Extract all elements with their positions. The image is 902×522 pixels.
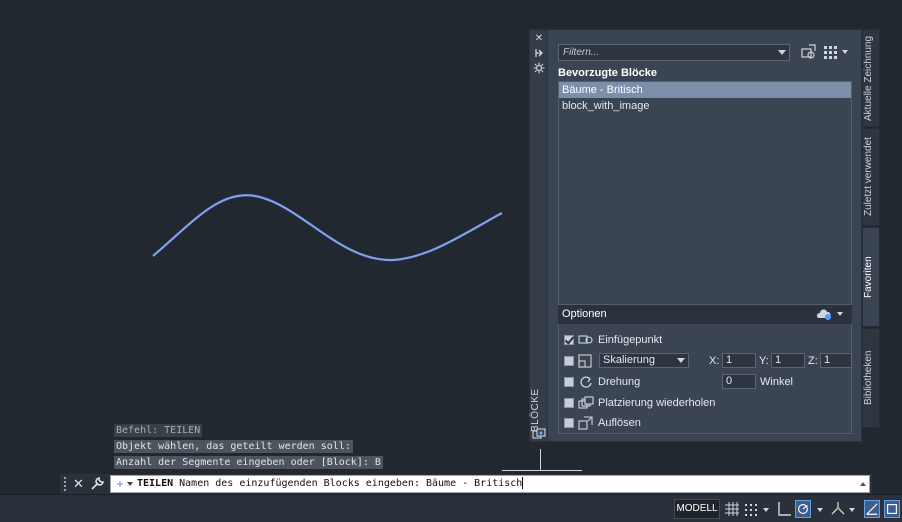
repeat-placement-row: Platzierung wiederholen <box>564 395 715 411</box>
object-snap-icon[interactable] <box>884 500 900 518</box>
rotation-angle-input[interactable]: 0 <box>722 374 756 389</box>
model-space-button[interactable]: MODELL <box>674 499 720 519</box>
view-mode-icon[interactable] <box>822 43 850 61</box>
scale-row <box>564 353 598 369</box>
repeat-placement-icon <box>578 396 594 409</box>
command-prompt-icon[interactable] <box>115 478 135 490</box>
close-icon[interactable]: ✕ <box>73 476 84 492</box>
rotation-checkbox[interactable] <box>564 377 574 387</box>
insert-block-icon[interactable] <box>799 43 817 61</box>
rotation-row: Drehung <box>564 374 640 390</box>
grip-handle[interactable] <box>64 477 68 491</box>
command-input[interactable]: TEILEN Namen des einzufügenden Blocks ei… <box>110 475 870 493</box>
scale-z-input[interactable]: 1 <box>820 353 852 368</box>
spline-curve[interactable] <box>0 0 520 300</box>
snap-icon[interactable] <box>743 500 759 518</box>
scale-x-input[interactable]: 1 <box>722 353 756 368</box>
options-header[interactable]: Optionen <box>558 305 852 324</box>
scale-select-value: Skalierung <box>603 354 655 366</box>
explode-label: Auflösen <box>598 417 641 429</box>
explode-checkbox[interactable] <box>564 418 574 428</box>
list-item[interactable]: Bäume - Britisch <box>559 82 851 98</box>
filter-placeholder: Filtern... <box>563 47 600 58</box>
history-line: Objekt wählen, das geteilt werden soll: <box>114 440 353 453</box>
chevron-down-icon[interactable] <box>763 508 769 512</box>
cloud-sync-icon[interactable] <box>816 307 846 321</box>
explode-row: Auflösen <box>564 415 641 431</box>
blocks-palette: ✕ BLÖCKE Filtern... Bevorzugte Blöcke Bä… <box>529 29 862 442</box>
isodraft-icon[interactable] <box>830 500 846 518</box>
repeat-placement-label: Platzierung wiederholen <box>598 397 716 409</box>
text-caret <box>522 477 524 489</box>
rotation-unit-label: Winkel <box>760 376 794 388</box>
list-item[interactable]: block_with_image <box>559 98 851 114</box>
insertion-point-checkbox[interactable] <box>564 335 574 345</box>
options-label: Optionen <box>562 308 607 320</box>
ortho-icon[interactable] <box>776 500 792 518</box>
command-line-bar: ✕ TEILEN Namen des einzufügenden Blocks … <box>60 474 872 494</box>
insertion-point-icon <box>578 335 593 344</box>
status-bar: MODELL <box>0 494 902 522</box>
close-icon[interactable]: ✕ <box>532 32 546 46</box>
filter-input[interactable]: Filtern... <box>558 44 790 61</box>
autohide-icon[interactable] <box>532 47 546 61</box>
scale-x-label: X: <box>709 355 720 367</box>
command-history: Befehl: TEILEN Objekt wählen, das geteil… <box>114 424 383 472</box>
cursor-crosshair-horizontal <box>502 470 582 471</box>
history-line: Befehl: TEILEN <box>114 424 203 437</box>
tab-recent[interactable]: Zuletzt verwendet <box>862 128 880 226</box>
block-icon <box>532 428 546 439</box>
wrench-icon[interactable] <box>90 476 105 491</box>
repeat-placement-checkbox[interactable] <box>564 398 574 408</box>
chevron-down-icon <box>677 358 685 363</box>
section-title: Bevorzugte Blöcke <box>558 67 658 79</box>
chevron-down-icon[interactable] <box>778 50 786 55</box>
explode-icon <box>578 416 593 430</box>
scale-select[interactable]: Skalierung <box>599 353 689 368</box>
options-panel: Einfügepunkt Skalierung X: 1 Y: 1 Z: 1 D… <box>558 324 852 434</box>
tab-libraries[interactable]: Bibliotheken <box>862 328 880 428</box>
palette-title-strip: ✕ BLÖCKE <box>530 30 548 441</box>
rotation-label: Drehung <box>598 376 641 388</box>
scale-y-input[interactable]: 1 <box>771 353 805 368</box>
object-snap-tracking-icon[interactable] <box>864 500 880 518</box>
insertion-point-row: Einfügepunkt <box>564 332 662 348</box>
history-line: Anzahl der Segmente eingeben oder [Block… <box>114 456 383 469</box>
grid-icon[interactable] <box>724 500 740 518</box>
command-name: TEILEN <box>137 478 174 489</box>
chevron-down-icon[interactable] <box>817 508 823 512</box>
chevron-up-icon[interactable] <box>860 482 866 486</box>
properties-icon[interactable] <box>532 62 546 76</box>
insertion-point-label: Einfügepunkt <box>598 334 663 346</box>
scale-checkbox[interactable] <box>564 356 574 366</box>
scale-y-label: Y: <box>759 355 769 367</box>
command-prompt-text: Namen des einzufügenden Blocks eingeben:… <box>173 478 523 489</box>
block-list: Bäume - Britisch block_with_image <box>558 81 852 305</box>
rotation-icon <box>580 376 592 388</box>
polar-tracking-icon[interactable] <box>795 500 811 518</box>
scale-z-label: Z: <box>808 355 818 367</box>
tab-current-drawing[interactable]: Aktuelle Zeichnung <box>862 29 880 127</box>
chevron-down-icon[interactable] <box>849 508 855 512</box>
cursor-crosshair-vertical <box>540 449 541 471</box>
tab-favorites[interactable]: Favoriten <box>862 227 880 327</box>
palette-tabs: Aktuelle Zeichnung Zuletzt verwendet Fav… <box>862 29 880 429</box>
scale-icon <box>578 354 592 368</box>
